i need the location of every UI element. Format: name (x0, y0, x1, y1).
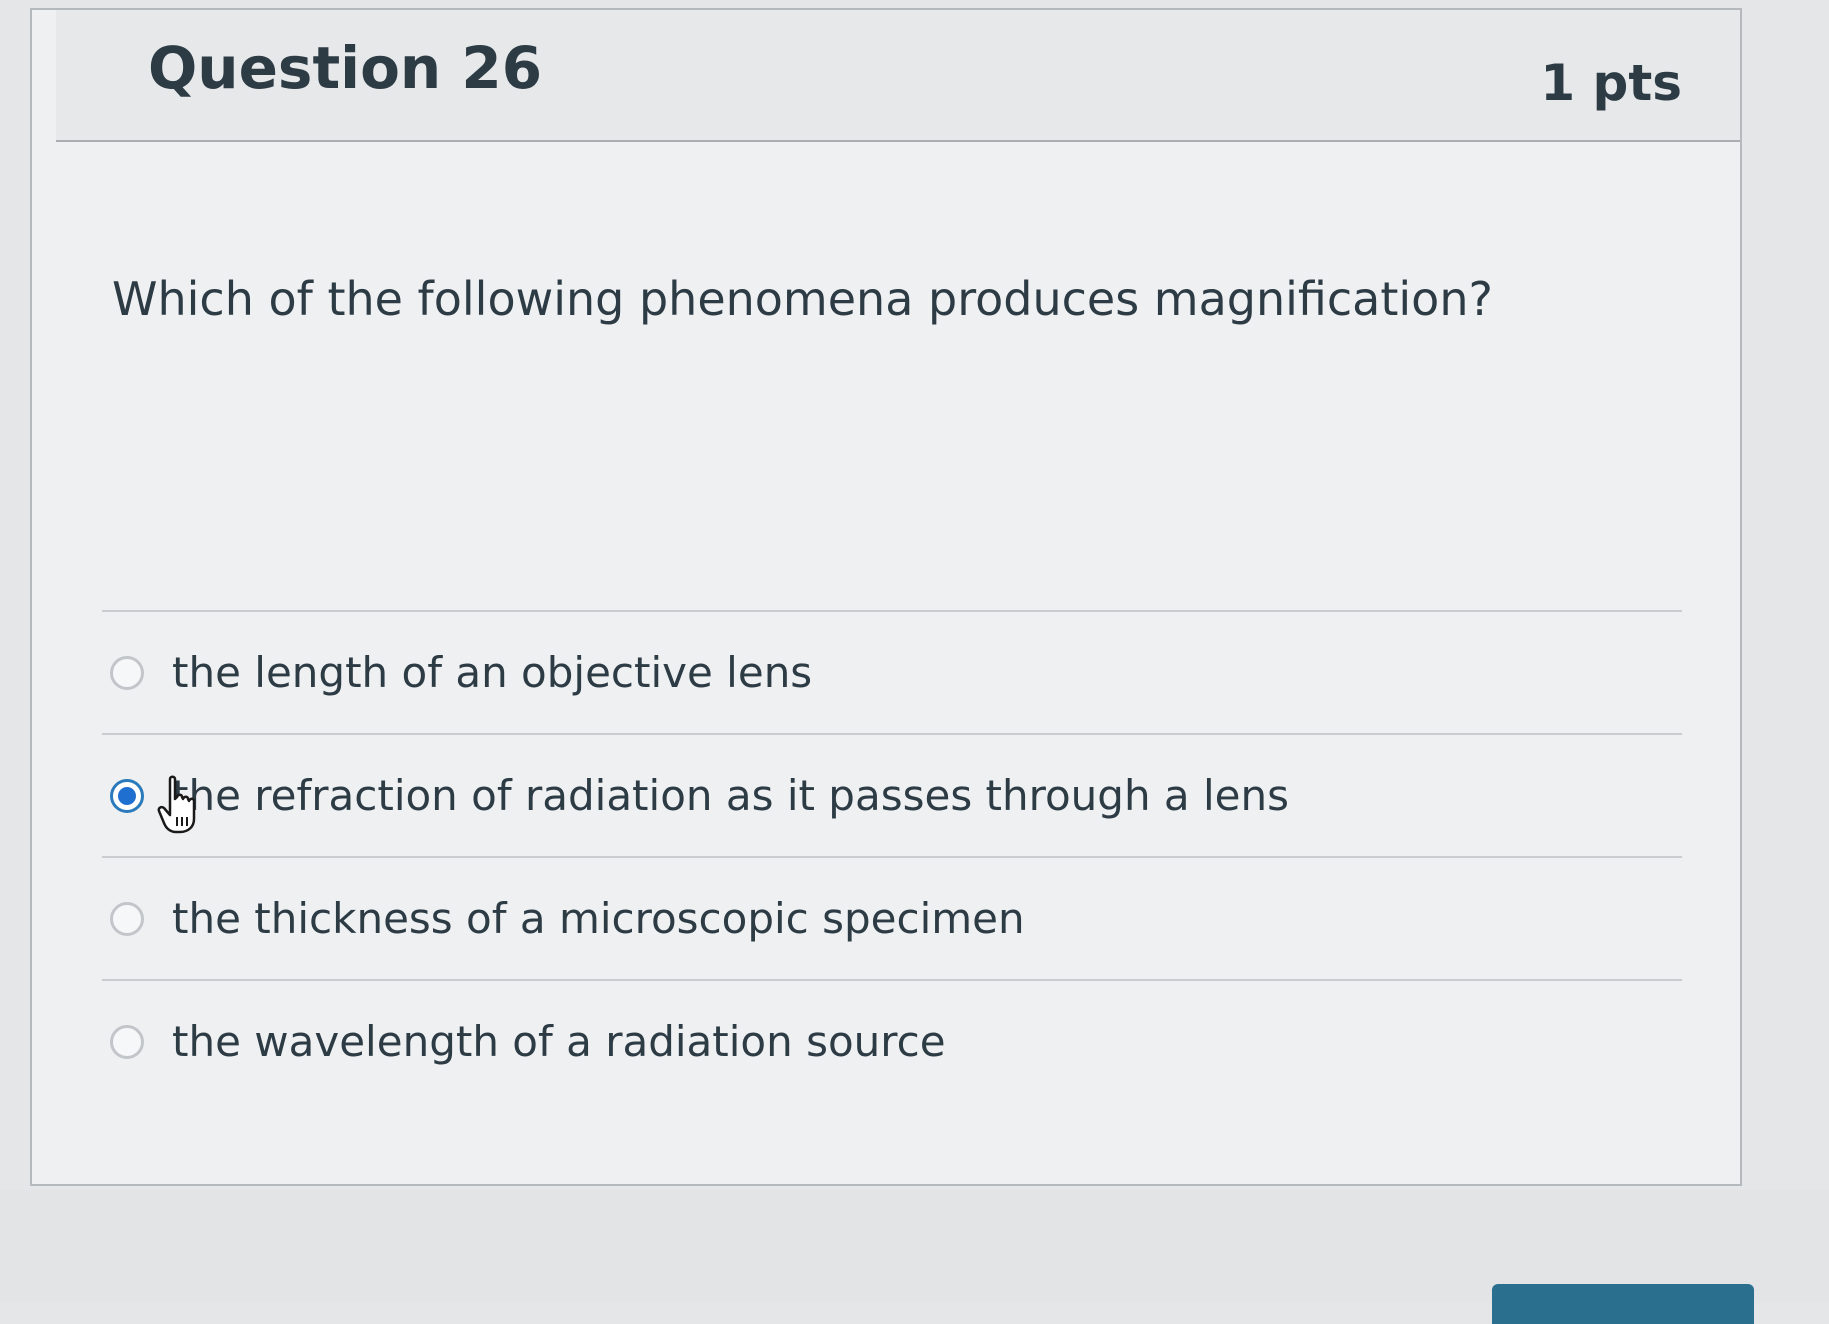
question-card: Question 26 1 pts Which of the following… (30, 8, 1742, 1186)
question-title: Question 26 (148, 34, 543, 102)
answer-option-4[interactable]: the wavelength of a radiation source (82, 981, 1682, 1102)
radio-button[interactable] (110, 1024, 144, 1059)
radio-button[interactable] (110, 655, 144, 690)
answer-option-1[interactable]: the length of an objective lens (82, 612, 1682, 733)
next-button[interactable] (1492, 1284, 1754, 1324)
answer-label: the refraction of radiation as it passes… (172, 771, 1290, 820)
answer-label: the thickness of a microscopic specimen (172, 894, 1025, 943)
answer-list: the length of an objective lens the refr… (82, 610, 1682, 1102)
question-points: 1 pts (1540, 54, 1682, 112)
answer-option-2[interactable]: the refraction of radiation as it passes… (82, 735, 1682, 856)
answer-label: the length of an objective lens (172, 648, 813, 697)
question-header: Question 26 1 pts (56, 10, 1740, 142)
radio-button[interactable] (110, 901, 144, 936)
answer-option-3[interactable]: the thickness of a microscopic specimen (82, 858, 1682, 979)
hand-pointer-icon (157, 775, 196, 834)
question-text: Which of the following phenomena produce… (112, 272, 1493, 326)
answer-label: the wavelength of a radiation source (172, 1017, 946, 1066)
radio-button-selected[interactable] (110, 778, 144, 813)
